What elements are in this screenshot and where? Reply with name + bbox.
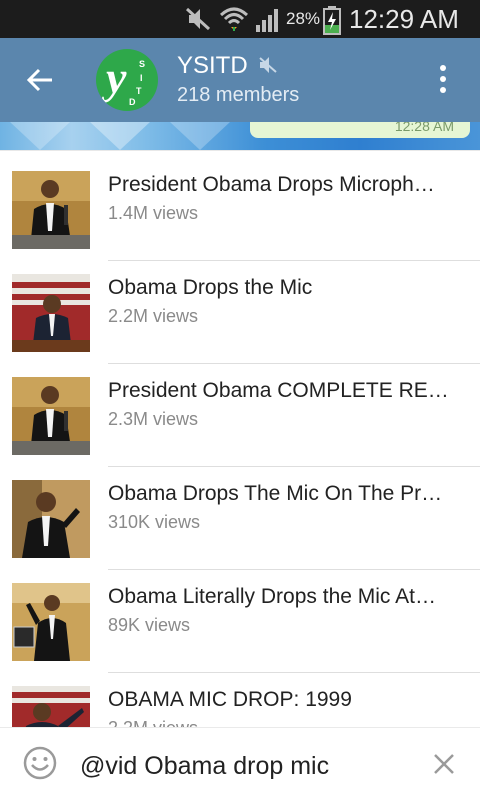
avatar-letter-d: D <box>129 97 136 107</box>
inline-results-list: President Obama Drops Microph… 1.4M view… <box>0 150 480 728</box>
avatar-letter-i: I <box>140 73 143 83</box>
emoji-icon[interactable] <box>22 745 58 781</box>
chat-header: y S I T D YSITD 218 members <box>0 38 480 122</box>
result-title: Obama Drops the Mic <box>108 276 313 299</box>
video-thumbnail <box>12 274 90 352</box>
result-title: OBAMA MIC DROP: 1999 <box>108 688 352 711</box>
avatar-letter: y <box>106 52 127 103</box>
chat-title[interactable]: YSITD <box>177 52 248 80</box>
result-item[interactable]: Obama Drops The Mic On The Pr… 310K view… <box>0 460 480 570</box>
back-button[interactable] <box>20 60 60 100</box>
silent-mode-icon <box>185 7 211 31</box>
result-views: 2.2M views <box>108 306 199 326</box>
avatar-letter-s: S <box>139 59 146 69</box>
result-title: President Obama Drops Microph… <box>108 173 435 196</box>
battery-percent: 28% <box>286 9 321 28</box>
message-time: 12:28 AM <box>394 122 454 134</box>
video-thumbnail <box>12 377 90 455</box>
close-icon[interactable] <box>430 750 458 778</box>
avatar-letter-t: T <box>136 86 142 96</box>
chat-background: 12:28 AM <box>0 122 480 150</box>
result-title: President Obama COMPLETE RE… <box>108 379 449 402</box>
battery-charging-icon <box>323 6 341 35</box>
result-views: 1.4M views <box>108 203 199 223</box>
mute-icon <box>259 57 277 73</box>
message-bubble: 12:28 AM <box>250 122 470 138</box>
video-thumbnail <box>12 686 90 728</box>
message-input-bar <box>0 727 480 801</box>
result-views: 310K views <box>108 512 201 532</box>
more-vert-icon <box>440 65 446 71</box>
result-title: Obama Literally Drops the Mic At… <box>108 585 436 608</box>
member-count: 218 members <box>177 84 300 106</box>
result-item[interactable]: President Obama Drops Microph… 1.4M view… <box>0 151 480 261</box>
clock: 12:29 AM <box>349 4 459 34</box>
more-options-button[interactable] <box>428 60 458 100</box>
video-thumbnail <box>12 583 90 661</box>
wifi-icon <box>219 7 249 31</box>
result-item[interactable]: Obama Drops the Mic 2.2M views <box>0 254 480 364</box>
result-title: Obama Drops The Mic On The Pr… <box>108 482 443 505</box>
status-bar: 28% 12:29 AM <box>0 0 480 38</box>
message-input[interactable] <box>80 748 400 784</box>
video-thumbnail <box>12 480 90 558</box>
result-item[interactable]: OBAMA MIC DROP: 1999 2.2M views <box>0 666 480 728</box>
result-item[interactable]: President Obama COMPLETE RE… 2.3M views <box>0 357 480 467</box>
result-item[interactable]: Obama Literally Drops the Mic At… 89K vi… <box>0 563 480 673</box>
result-views: 2.3M views <box>108 409 199 429</box>
signal-icon <box>256 9 278 32</box>
video-thumbnail <box>12 171 90 249</box>
group-avatar[interactable]: y S I T D <box>96 49 158 111</box>
result-views: 89K views <box>108 615 191 635</box>
back-arrow-icon <box>26 68 52 92</box>
